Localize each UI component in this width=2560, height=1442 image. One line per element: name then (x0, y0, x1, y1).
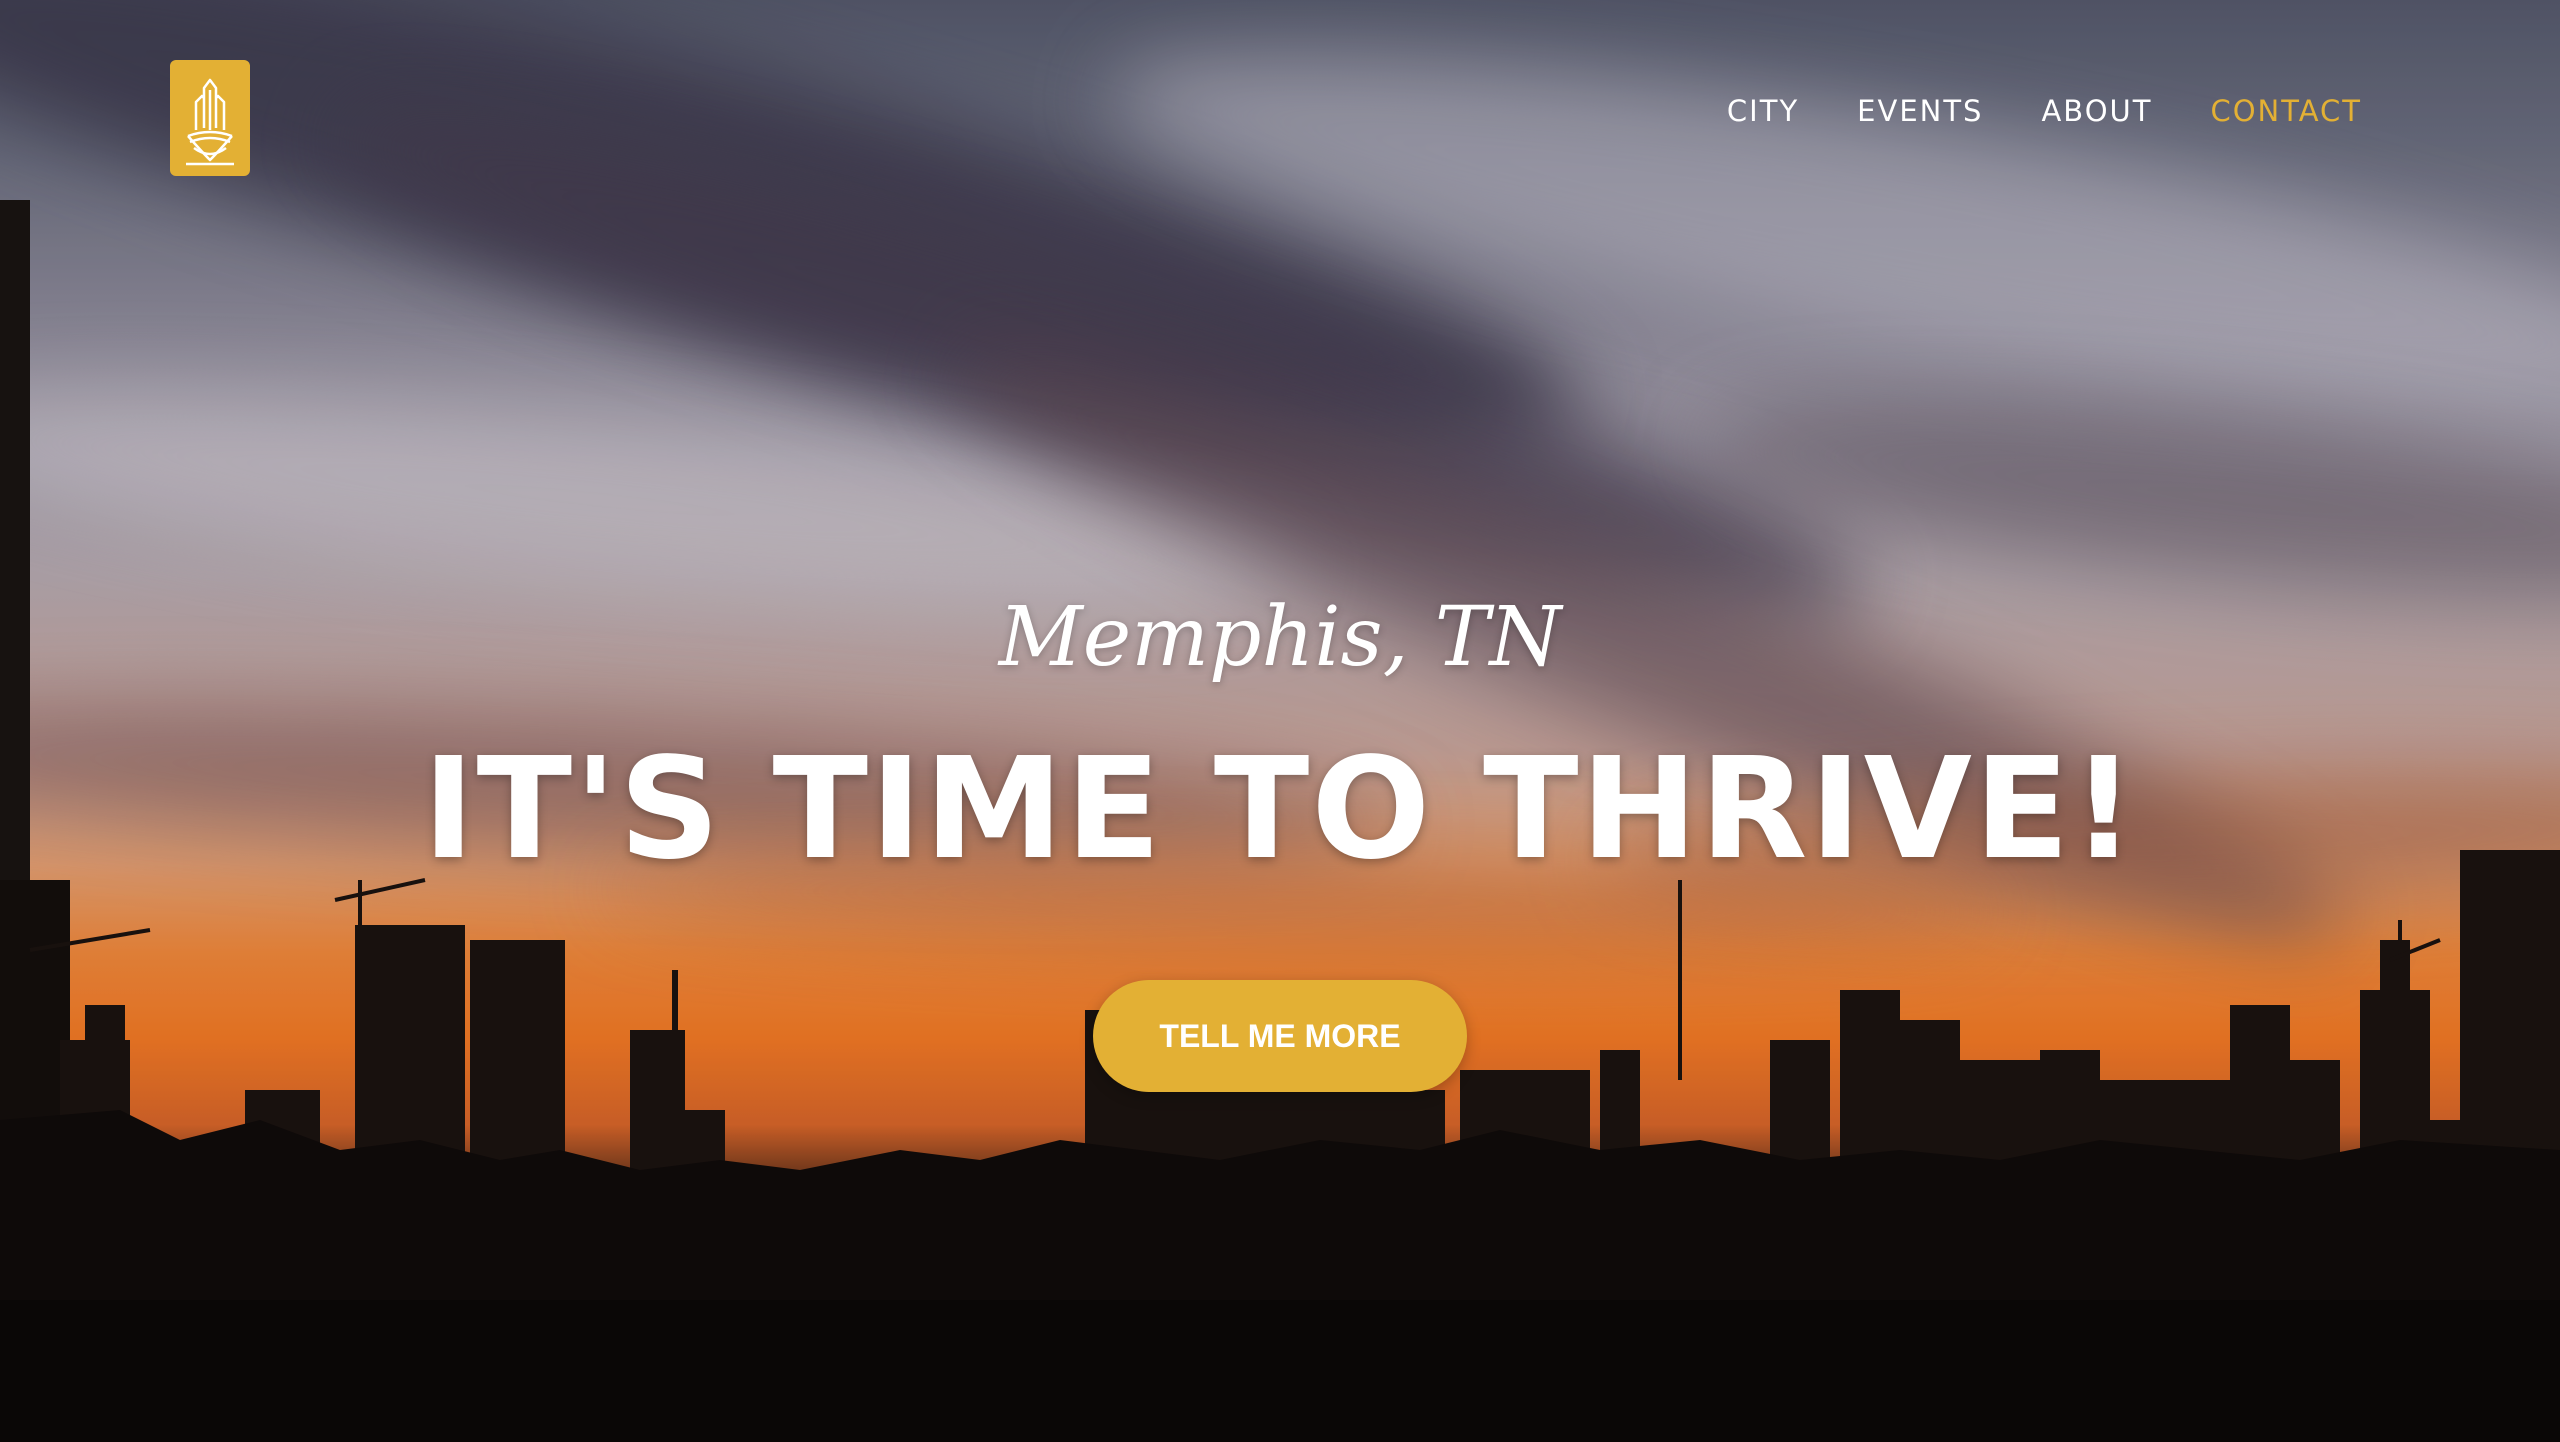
tell-me-more-button[interactable]: TELL ME MORE (1093, 980, 1467, 1092)
nav-item-events[interactable]: EVENTS (1857, 94, 1983, 128)
image-overlay (0, 0, 2560, 1442)
brand-logo[interactable] (170, 60, 250, 176)
nav-item-contact[interactable]: CONTACT (2210, 94, 2362, 128)
nav-item-about[interactable]: ABOUT (2041, 94, 2152, 128)
nav-item-city[interactable]: CITY (1727, 94, 1799, 128)
hero-section: CITY EVENTS ABOUT CONTACT Memphis, TN IT… (0, 0, 2560, 1442)
hero-subtitle: Memphis, TN (998, 590, 1562, 685)
main-navigation: CITY EVENTS ABOUT CONTACT (1727, 94, 2362, 128)
building-skyline-icon (186, 78, 234, 166)
hero-headline: IT'S TIME TO THRIVE! (422, 728, 2138, 891)
